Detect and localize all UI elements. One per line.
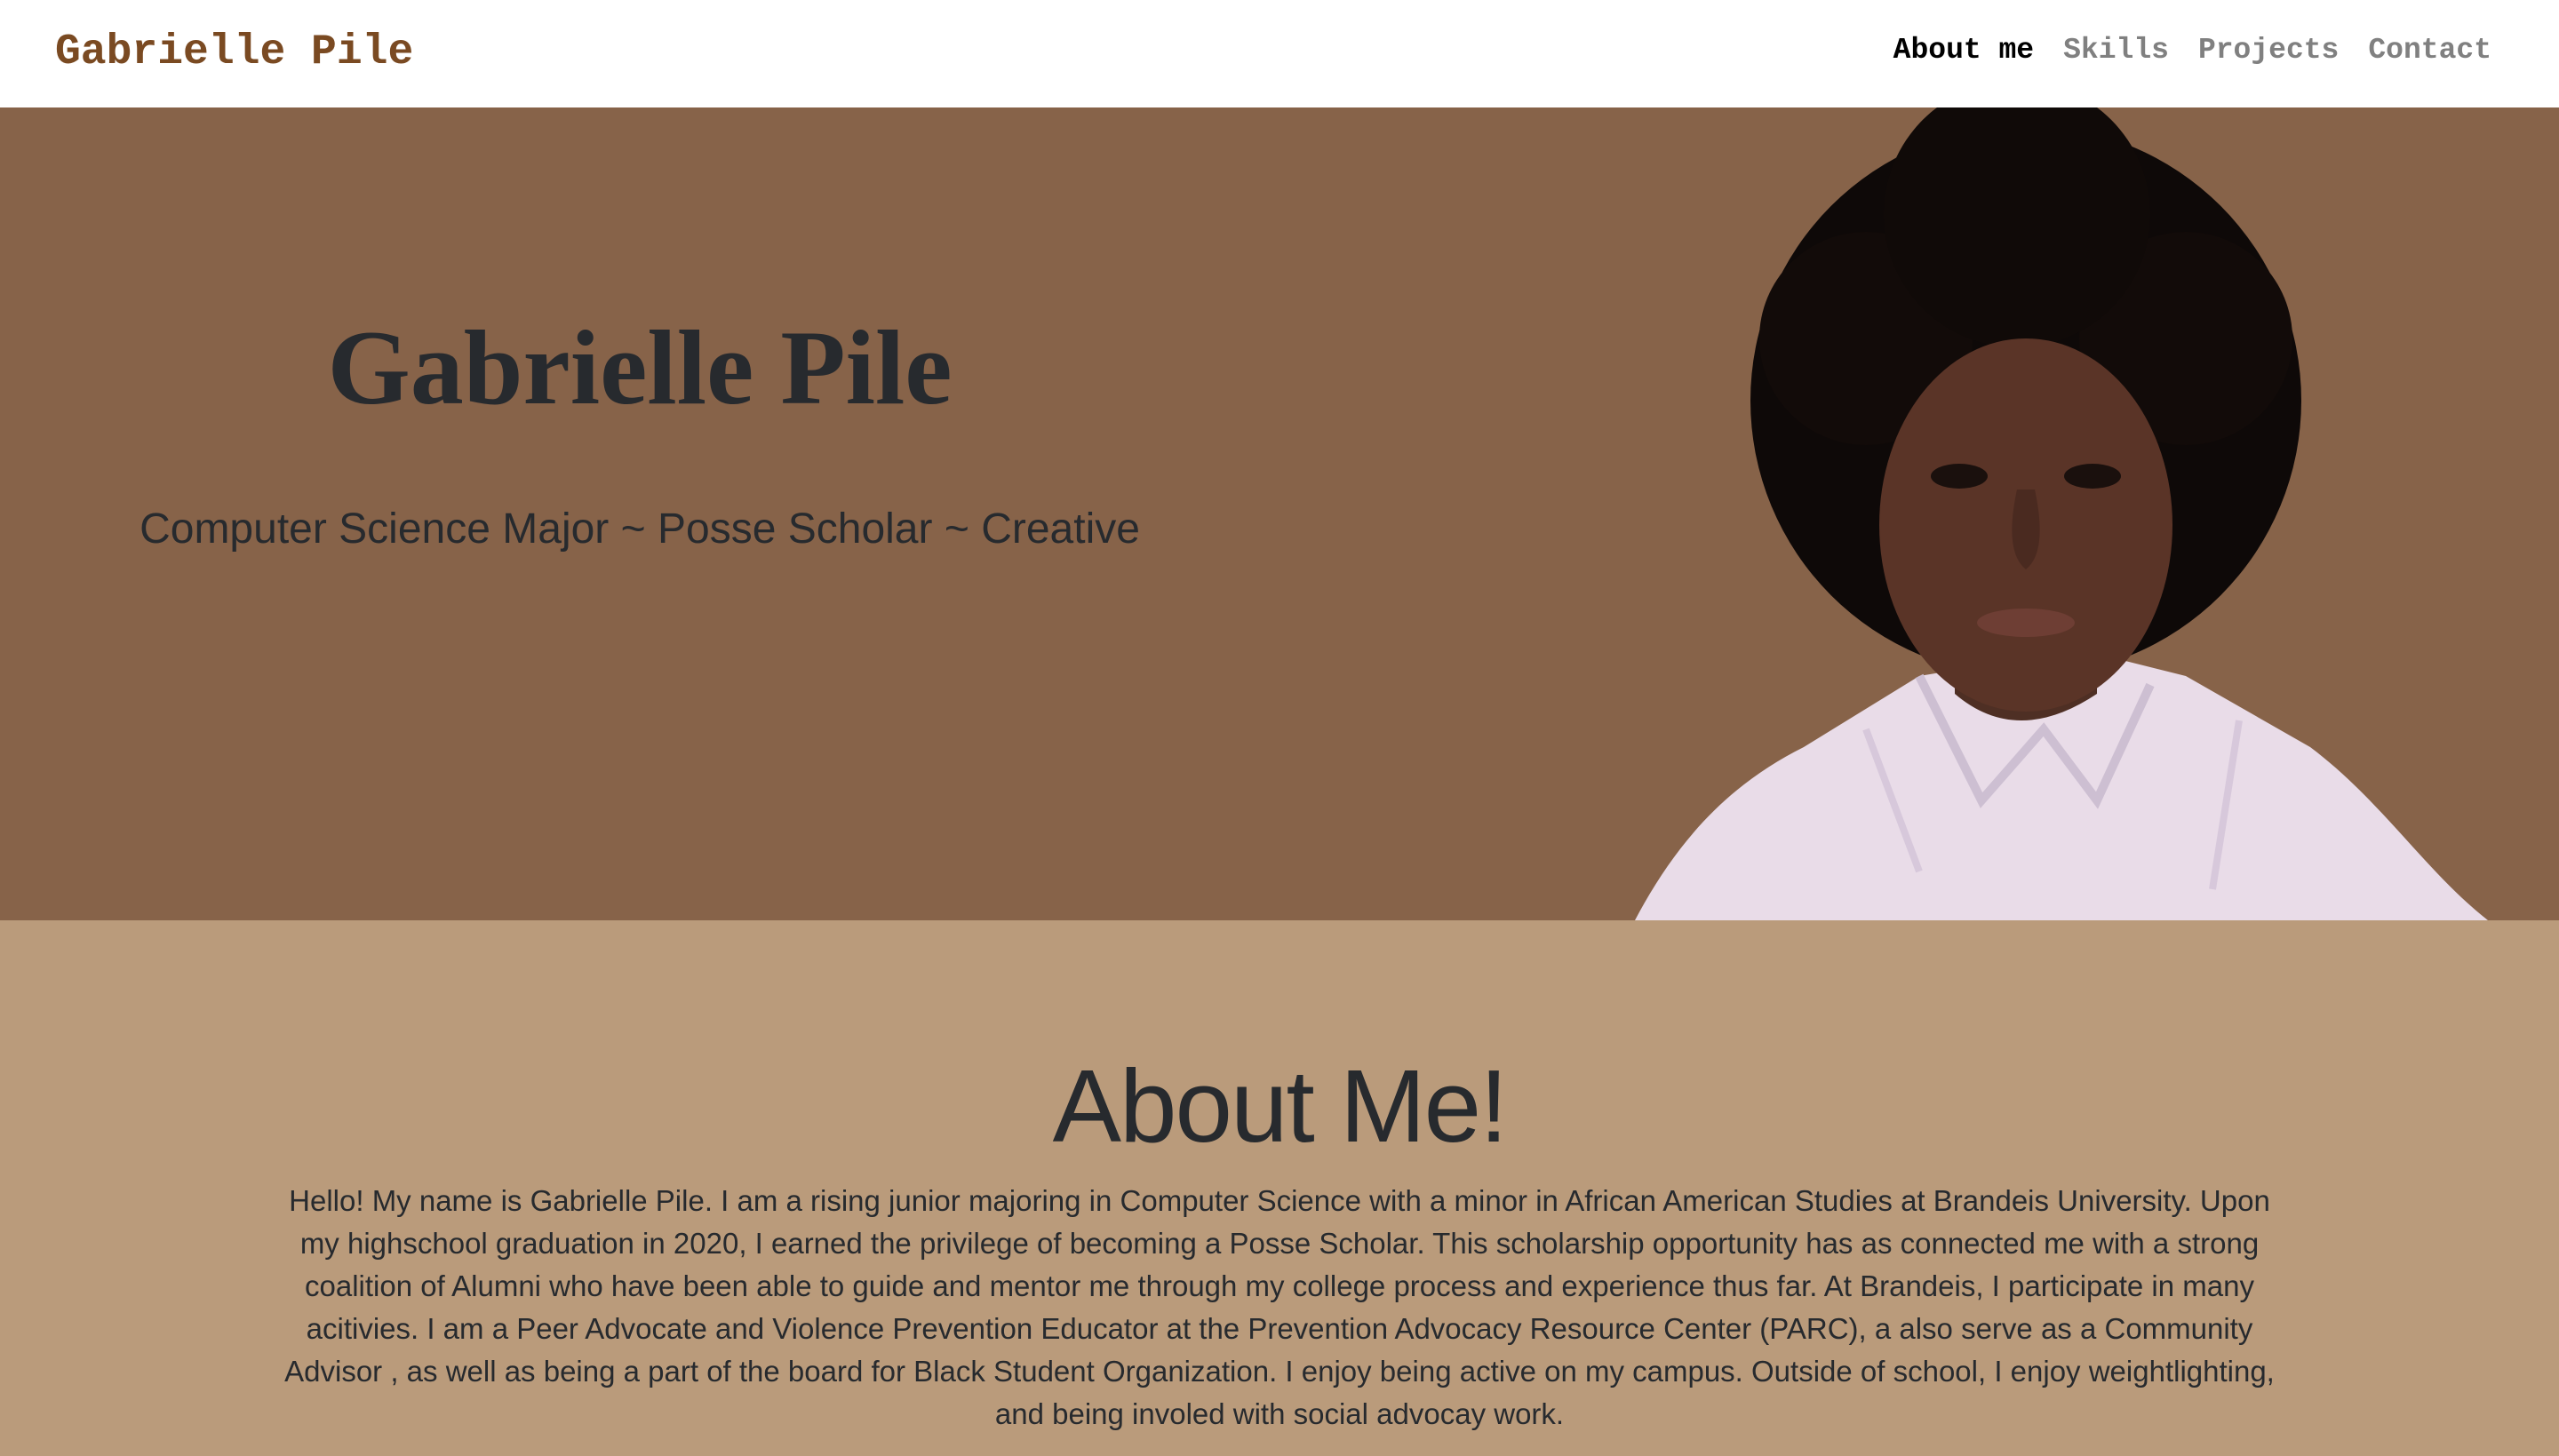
nav-skills[interactable]: Skills	[2063, 27, 2169, 75]
nav-links: About me Skills Projects Contact	[1893, 27, 2491, 75]
nav-contact[interactable]: Contact	[2368, 27, 2491, 75]
nav-projects[interactable]: Projects	[2198, 27, 2339, 75]
brand-link[interactable]: Gabrielle Pile	[55, 21, 413, 84]
about-title: About Me!	[1052, 1048, 1509, 1164]
hero-title: Gabrielle Pile	[327, 308, 953, 426]
hero-subtitle: Computer Science Major ~ Posse Scholar ~…	[140, 505, 1140, 553]
portrait-photo	[1635, 107, 2488, 920]
top-navbar: Gabrielle Pile About me Skills Projects …	[0, 0, 2559, 107]
nav-about-me[interactable]: About me	[1893, 27, 2034, 75]
hero-section: Gabrielle Pile Computer Science Major ~ …	[0, 107, 2559, 920]
about-paragraph: Hello! My name is Gabrielle Pile. I am a…	[284, 1184, 2275, 1430]
